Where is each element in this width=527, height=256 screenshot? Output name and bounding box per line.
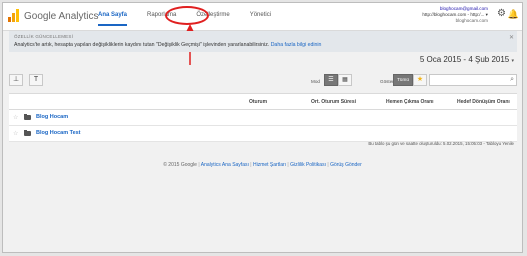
analytics-bars-icon <box>7 9 21 23</box>
account-name-link[interactable]: Blog Hocam <box>36 114 68 120</box>
gear-icon[interactable]: ⚙ <box>497 9 506 19</box>
main-nav: Ana Sayfa Raporlama Özelleştirme Yönetic… <box>98 12 291 26</box>
table-row[interactable]: ☆ Blog Hocam <box>9 110 517 126</box>
table-header: Oturum Ort. Oturum Süresi Hemen Çıkma Or… <box>9 94 517 110</box>
notice-text: Analytics'te artık, hesapta yapılan deği… <box>14 42 270 48</box>
notice-body: Analytics'te artık, hesapta yapılan deği… <box>14 42 321 48</box>
col-avg-session-duration[interactable]: Ort. Oturum Süresi <box>311 99 356 105</box>
top-bar: Google Analytics Ana Sayfa Raporlama Öze… <box>3 3 522 31</box>
show-all-button[interactable]: Tümü <box>393 74 413 86</box>
table-row[interactable]: ☆ Blog Hocam Test <box>9 126 517 142</box>
col-bounce-rate[interactable]: Hemen Çıkma Oranı <box>386 99 434 105</box>
nav-home[interactable]: Ana Sayfa <box>98 12 128 26</box>
text-icon-button[interactable]: T <box>29 74 43 86</box>
star-outline-icon[interactable]: ☆ <box>13 114 18 121</box>
star-filter-icon[interactable]: ★ <box>413 74 427 86</box>
grid-view-icon[interactable]: ▦ <box>338 74 352 86</box>
notice-learn-more-link[interactable]: Daha fazla bilgi edinin <box>271 42 322 48</box>
folder-icon <box>24 114 31 120</box>
chevron-down-icon: ▾ <box>511 58 514 64</box>
list-view-icon[interactable]: ☰ <box>324 74 338 86</box>
logo-text: Google Analytics <box>24 10 99 22</box>
col-goal-conversion-rate[interactable]: Hedef Dönüşüm Oranı <box>457 99 510 105</box>
folder-icon <box>24 130 31 136</box>
account-site: bloghocam.com <box>455 18 488 23</box>
notice-heading: ÖZELLİK GÜNCELLEMESİ <box>14 34 74 39</box>
nav-customization[interactable]: Özelleştirme <box>196 12 229 26</box>
accounts-table: Oturum Ort. Oturum Süresi Hemen Çıkma Or… <box>9 93 517 142</box>
account-selector[interactable]: bloghocam@gmail.com http://bloghocam.com… <box>422 6 488 24</box>
table-toolbar: ⊥ T Mod ☰ ▦ Göster Tümü ★ ⌕ <box>9 71 517 93</box>
col-sessions[interactable]: Oturum <box>249 99 267 105</box>
google-analytics-logo[interactable]: Google Analytics <box>7 9 99 23</box>
table-updated-note: Bu tablo şu gün ve saatte oluşturuldu: 5… <box>368 141 514 146</box>
bell-icon[interactable]: 🔔 <box>508 9 519 19</box>
nav-admin[interactable]: Yönetici <box>250 12 271 26</box>
search-input[interactable]: ⌕ <box>429 74 517 86</box>
date-range-text: 5 Oca 2015 - 4 Şub 2015 <box>419 55 510 64</box>
date-range-picker[interactable]: 5 Oca 2015 - 4 Şub 2015 ▾ <box>420 55 514 64</box>
footer-link-privacy[interactable]: Gizlilik Politikası <box>290 162 326 168</box>
footer-copyright: © 2015 Google <box>163 162 197 168</box>
show-filter: Tümü ★ <box>393 74 427 86</box>
mode-toggle: ☰ ▦ <box>324 74 352 86</box>
footer-link-terms[interactable]: Hizmet Şartları <box>253 162 286 168</box>
account-name-link[interactable]: Blog Hocam Test <box>36 130 81 136</box>
close-icon[interactable]: ✕ <box>509 34 514 41</box>
footer-link-feedback[interactable]: Görüş Gönder <box>330 162 362 168</box>
feature-update-notice: ÖZELLİK GÜNCELLEMESİ Analytics'te artık,… <box>9 31 517 52</box>
footer: © 2015 Google | Analytics Ana Sayfası | … <box>163 162 362 168</box>
show-label: Göster <box>380 79 394 84</box>
sort-icon-button[interactable]: ⊥ <box>9 74 23 86</box>
mode-label: Mod <box>311 79 320 84</box>
search-icon: ⌕ <box>510 76 514 83</box>
analytics-window: Google Analytics Ana Sayfa Raporlama Öze… <box>2 2 523 253</box>
star-outline-icon[interactable]: ☆ <box>13 130 18 137</box>
nav-reporting[interactable]: Raporlama <box>147 12 176 26</box>
footer-link-analytics-home[interactable]: Analytics Ana Sayfası <box>201 162 249 168</box>
